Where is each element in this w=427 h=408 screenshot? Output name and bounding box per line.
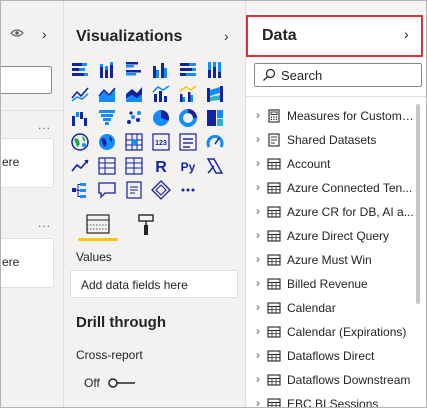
window-frame xyxy=(0,0,427,408)
